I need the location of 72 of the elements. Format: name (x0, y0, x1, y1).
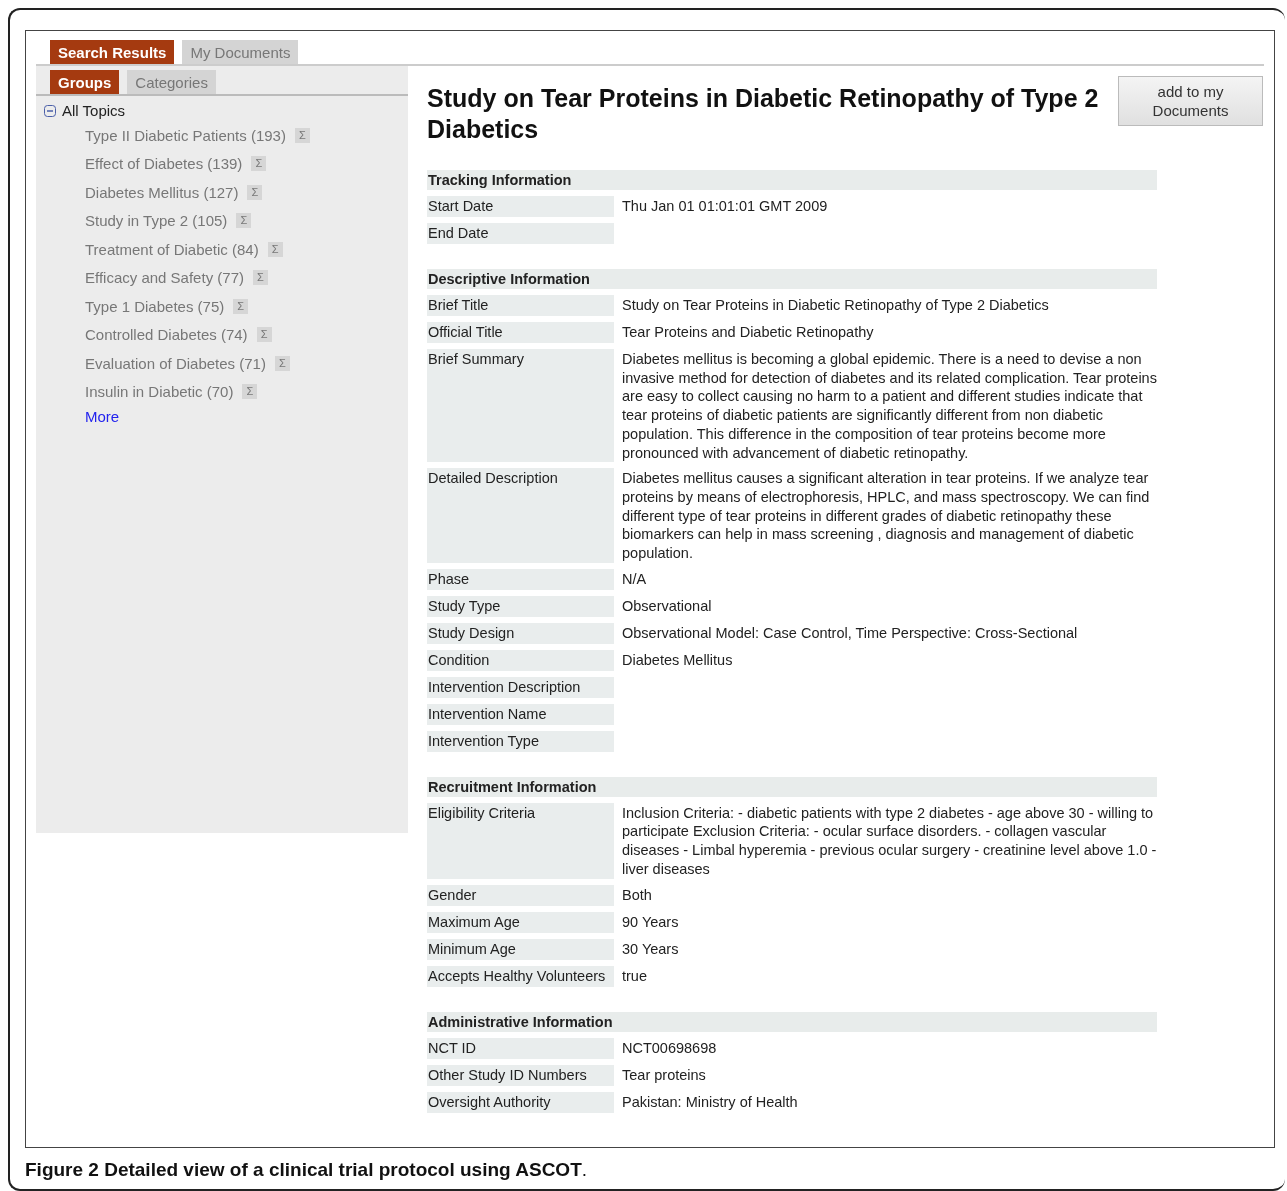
field-value: Tear proteins (622, 1065, 707, 1085)
sum-button[interactable]: Σ (233, 298, 249, 314)
field-value: true (622, 966, 648, 986)
field-value: Diabetes Mellitus (622, 650, 734, 670)
field-value: Thu Jan 01 01:01:01 GMT 2009 (622, 197, 829, 216)
field-label: Phase (427, 568, 614, 590)
more-link[interactable]: More (36, 408, 408, 425)
field-value: Tear Proteins and Diabetic Retinopathy (622, 323, 875, 342)
sum-button[interactable]: Σ (253, 270, 268, 286)
tab[interactable]: Groups (50, 70, 120, 94)
sum-button[interactable]: Σ (247, 184, 263, 200)
field-label: Gender (427, 884, 614, 906)
topic-item[interactable]: Evaluation of Diabetes (71) (85, 354, 266, 372)
topic-item[interactable]: Type 1 Diabetes (75) (85, 297, 225, 315)
field-label: Official Title (427, 322, 614, 343)
tree-root-label[interactable]: All Topics (62, 102, 126, 119)
field-value: Diabetes mellitus causes a significant alteration in tear proteins. If we analyze tear proteins by means of electrophoresis, HPLC, and mass spectroscopy. We can find different type of tear proteins in different grades of diabetic retinopathy these biomarkers can help in mass screening , diagnosis and management of diabetic population. (622, 469, 1151, 563)
sum-button[interactable]: Σ (251, 156, 267, 172)
field-value: Inclusion Criteria: - diabetic patients with type 2 diabetes - age above 30 - willing to participate Exclusion Criteria: - ocular surface disorders. - collagen vascular diseases - Limbal hyperemia - previous ocular surgery - creatinine level above 1.0 - liver diseases (622, 803, 1157, 879)
field-label: Start Date (427, 196, 614, 217)
field-value: 90 Years (622, 912, 680, 932)
field-label: Intervention Name (427, 703, 614, 725)
topic-item[interactable]: Insulin in Diabetic (70) (85, 383, 234, 401)
topic-item[interactable]: Treatment of Diabetic (84) (85, 240, 259, 258)
field-value: Pakistan: Ministry of Health (622, 1092, 799, 1112)
field-label: Eligibility Criteria (427, 802, 614, 879)
field-value: Observational (622, 596, 713, 616)
topic-item[interactable]: Diabetes Mellitus (127) (85, 183, 239, 201)
field-value: NCT00698698 (622, 1038, 718, 1058)
field-label: Intervention Description (427, 676, 614, 698)
field-label: Other Study ID Numbers (427, 1064, 614, 1086)
field-label: Maximum Age (427, 911, 614, 933)
topic-item[interactable]: Type II Diabetic Patients (193) (85, 126, 286, 144)
tab[interactable]: My Documents (182, 40, 299, 64)
field-label: Brief Summary (427, 349, 614, 463)
tab[interactable]: Categories (127, 70, 216, 94)
field-value: N/A (622, 569, 648, 589)
topic-item[interactable]: Controlled Diabetes (74) (85, 326, 248, 344)
field-label: Study Type (427, 595, 614, 617)
sum-button[interactable]: Σ (242, 384, 258, 400)
field-label: Oversight Authority (427, 1091, 614, 1113)
topic-item[interactable]: Efficacy and Safety (77) (85, 269, 244, 287)
field-label: Brief Title (427, 295, 614, 316)
field-label: Intervention Type (427, 730, 614, 752)
field-label: Minimum Age (427, 938, 614, 960)
section-header: Tracking Information (427, 170, 1157, 190)
tab[interactable]: Search Results (50, 40, 175, 64)
field-label: Detailed Description (427, 468, 614, 563)
field-label: Study Design (427, 622, 614, 644)
sum-button[interactable]: Σ (236, 213, 252, 229)
field-value: Observational Model: Case Control, Time Perspective: Cross-Sectional (622, 623, 1079, 643)
sum-button[interactable]: Σ (256, 327, 272, 343)
field-value: Both (622, 885, 653, 905)
section-header: Recruitment Information (427, 776, 1157, 797)
field-value: 30 Years (622, 939, 680, 959)
field-value: Diabetes mellitus is becoming a global epidemic. There is a need to devise a non invasive method for detection of diabetes and its related complication. Tear proteins are easy to collect causing no harm to a patient and different studies indicate that tear proteins of diabetic patients are significantly different from non diabetic population. This difference in the composition of tear proteins become more pronounced with advancement of diabetic retinopathy. (622, 350, 1157, 463)
add-button[interactable]: add to my Documents (1118, 76, 1263, 126)
field-label: NCT ID (427, 1037, 614, 1059)
collapse-icon[interactable] (44, 104, 56, 117)
topic-item[interactable]: Study in Type 2 (105) (85, 212, 228, 230)
topic-item[interactable]: Effect of Diabetes (139) (85, 155, 243, 173)
field-label: End Date (427, 223, 614, 244)
figure-caption: Figure 2 Detailed view of a clinical trial protocol using ASCOT. (25, 1158, 588, 1181)
sum-button[interactable]: Σ (267, 241, 283, 257)
field-label: Accepts Healthy Volunteers (427, 965, 614, 987)
field-label: Condition (427, 649, 614, 671)
section-header: Administrative Information (427, 1011, 1157, 1032)
sum-button[interactable]: Σ (294, 127, 310, 143)
section-header: Descriptive Information (427, 269, 1157, 289)
study-title: Study on Tear Proteins in Diabetic Retinopathy of Type 2 Diabetics (427, 83, 1100, 145)
field-value: Study on Tear Proteins in Diabetic Retinopathy of Type 2 Diabetics (622, 296, 1050, 315)
sum-button[interactable]: Σ (274, 355, 290, 371)
